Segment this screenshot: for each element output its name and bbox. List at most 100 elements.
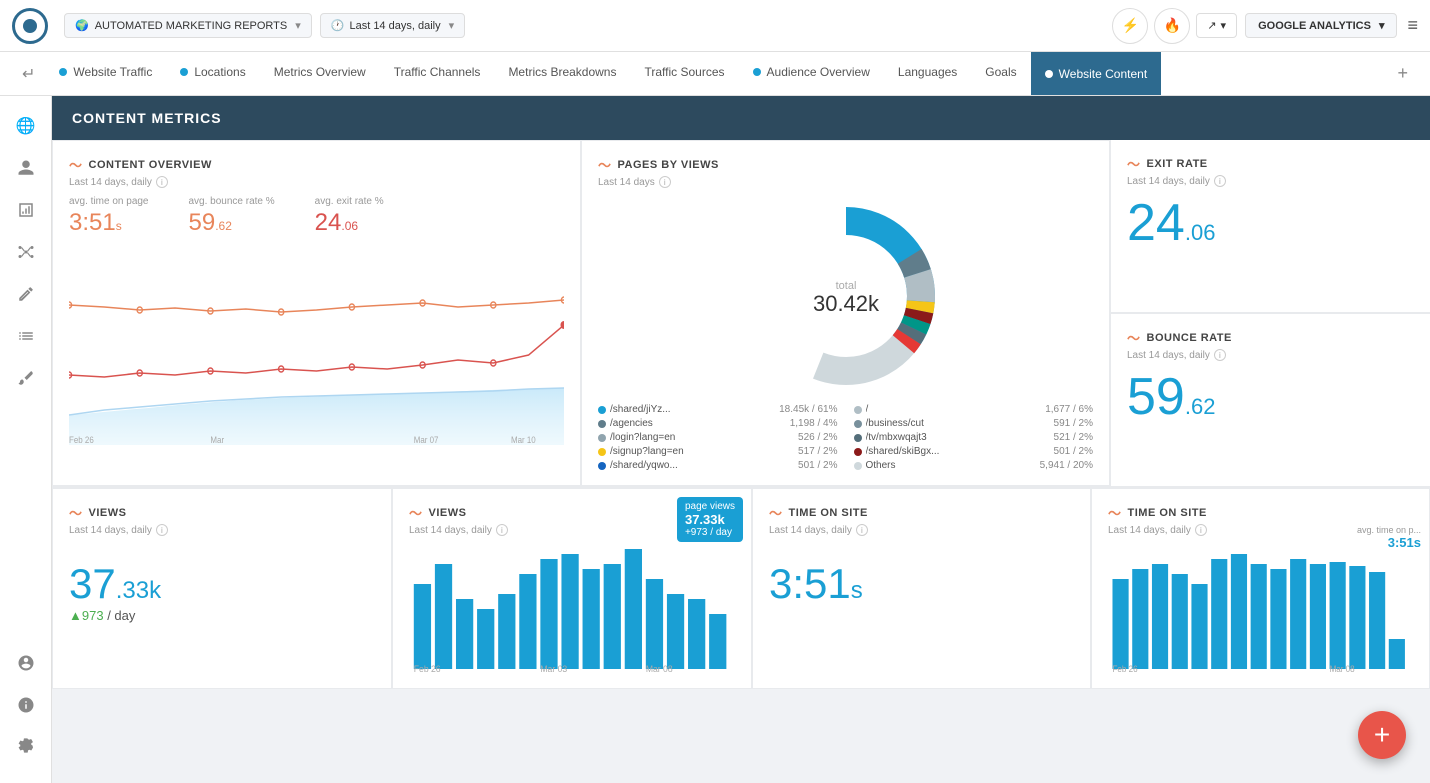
report-label: AUTOMATED MARKETING REPORTS bbox=[95, 20, 288, 32]
sidebar-icon-list[interactable] bbox=[8, 318, 44, 354]
date-range-label: Last 14 days, daily bbox=[349, 20, 440, 32]
pages-subtitle: Last 14 days i bbox=[598, 176, 1093, 188]
time1-info[interactable]: i bbox=[856, 524, 868, 536]
bounce-title: 〜 BOUNCE RATE bbox=[1127, 328, 1414, 347]
views2-info[interactable]: i bbox=[496, 524, 508, 536]
views1-subtitle: Last 14 days, daily i bbox=[69, 524, 375, 536]
legend-item: Others 5,941 / 20% bbox=[854, 460, 1094, 471]
legend-dot bbox=[854, 448, 862, 456]
ga-dropdown[interactable]: GOOGLE ANALYTICS ▾ bbox=[1245, 13, 1397, 38]
time1-trend-icon: 〜 bbox=[769, 503, 783, 522]
time2-trend-icon: 〜 bbox=[1108, 503, 1122, 522]
pages-title: 〜 PAGES BY VIEWS bbox=[598, 155, 1093, 174]
sidebar-icon-network[interactable] bbox=[8, 234, 44, 270]
nav-back-btn[interactable]: ↵ bbox=[12, 64, 45, 84]
tab-label-audience-overview: Audience Overview bbox=[767, 65, 870, 79]
share-icon: ↗ bbox=[1207, 19, 1216, 32]
sidebar-icon-person[interactable] bbox=[8, 150, 44, 186]
fire-btn[interactable]: 🔥 bbox=[1154, 8, 1190, 44]
views2-title: 〜 VIEWS bbox=[409, 503, 735, 522]
nav-tabs: ↵ Website Traffic Locations Metrics Over… bbox=[0, 52, 1430, 96]
overview-info[interactable]: i bbox=[156, 176, 168, 188]
sidebar-icon-chart[interactable] bbox=[8, 192, 44, 228]
tab-label-traffic-sources: Traffic Sources bbox=[644, 65, 724, 79]
svg-text:Mar: Mar bbox=[210, 435, 224, 445]
tab-label-website-content: Website Content bbox=[1059, 67, 1148, 81]
fab-button[interactable]: + bbox=[1358, 711, 1406, 759]
exit-trend-icon: 〜 bbox=[1127, 154, 1141, 173]
report-dropdown[interactable]: 🌍 AUTOMATED MARKETING REPORTS ▾ bbox=[64, 13, 312, 38]
nav-add-btn[interactable]: + bbox=[1387, 63, 1418, 84]
legend-item: /agencies 1,198 / 4% bbox=[598, 418, 838, 429]
donut-container: total 30.42k bbox=[598, 196, 1093, 396]
tab-label-goals: Goals bbox=[985, 65, 1016, 79]
tab-label-languages: Languages bbox=[898, 65, 957, 79]
time2-chart: Feb 26 Mar 08 bbox=[1108, 544, 1413, 674]
bounce-trend-icon: 〜 bbox=[1127, 328, 1141, 347]
tab-label-traffic-channels: Traffic Channels bbox=[394, 65, 481, 79]
legend-dot bbox=[598, 448, 606, 456]
tab-label-metrics-overview: Metrics Overview bbox=[274, 65, 366, 79]
tab-metrics-overview[interactable]: Metrics Overview bbox=[260, 52, 380, 96]
bounce-info[interactable]: i bbox=[1214, 349, 1226, 361]
sidebar-icon-edit[interactable] bbox=[8, 276, 44, 312]
donut-legend: /shared/jiYz... 18.45k / 61% / 1,677 / 6… bbox=[598, 404, 1093, 471]
exit-rate-card: 〜 EXIT RATE Last 14 days, daily i 24.06 bbox=[1111, 140, 1430, 313]
tab-website-content[interactable]: Website Content bbox=[1031, 52, 1162, 96]
tab-locations[interactable]: Locations bbox=[166, 52, 259, 96]
tab-goals[interactable]: Goals bbox=[971, 52, 1030, 96]
lightning-btn[interactable]: ⚡ bbox=[1112, 8, 1148, 44]
svg-text:Mar 10: Mar 10 bbox=[511, 435, 536, 445]
bounce-rate-card: 〜 BOUNCE RATE Last 14 days, daily i 59.6… bbox=[1111, 313, 1430, 486]
ga-label: GOOGLE ANALYTICS bbox=[1258, 20, 1371, 32]
legend-dot bbox=[854, 462, 862, 470]
logo-inner bbox=[23, 19, 37, 33]
tab-traffic-sources[interactable]: Traffic Sources bbox=[630, 52, 738, 96]
sidebar: 🌐 bbox=[0, 96, 52, 783]
tab-website-traffic[interactable]: Website Traffic bbox=[45, 52, 166, 96]
tab-metrics-breakdowns[interactable]: Metrics Breakdowns bbox=[494, 52, 630, 96]
tab-label-locations: Locations bbox=[194, 65, 245, 79]
legend-item: /shared/yqwo... 501 / 2% bbox=[598, 460, 838, 471]
tab-audience-overview[interactable]: Audience Overview bbox=[739, 52, 884, 96]
views2-chart: Feb 26 Mar 03 Mar 08 bbox=[409, 544, 735, 674]
svg-text:Feb 26: Feb 26 bbox=[69, 435, 94, 445]
legend-dot bbox=[854, 434, 862, 442]
legend-item: / 1,677 / 6% bbox=[854, 404, 1094, 415]
exit-info[interactable]: i bbox=[1214, 175, 1226, 187]
exit-subtitle: Last 14 days, daily i bbox=[1127, 175, 1414, 187]
svg-text:Feb 26: Feb 26 bbox=[414, 664, 441, 674]
svg-text:30.42k: 30.42k bbox=[812, 291, 879, 316]
tab-traffic-channels[interactable]: Traffic Channels bbox=[380, 52, 495, 96]
svg-text:Mar 07: Mar 07 bbox=[414, 435, 439, 445]
app-body: 🌐 CONTENT METRI bbox=[0, 96, 1430, 783]
share-btn[interactable]: ↗ ▾ bbox=[1196, 13, 1237, 38]
overview-metrics: avg. time on page 3:51s avg. bounce rate… bbox=[69, 196, 564, 237]
time2-info[interactable]: i bbox=[1195, 524, 1207, 536]
avg-time-metric: avg. time on page 3:51s bbox=[69, 196, 149, 237]
date-dropdown[interactable]: 🕐 Last 14 days, daily ▾ bbox=[320, 13, 465, 38]
main-content: CONTENT METRICS 〜 CONTENT OVERVIEW Last … bbox=[52, 96, 1430, 783]
sidebar-icon-gear[interactable] bbox=[8, 729, 44, 765]
views1-title: 〜 VIEWS bbox=[69, 503, 375, 522]
tab-languages[interactable]: Languages bbox=[884, 52, 971, 96]
avg-bounce-metric: avg. bounce rate % 59.62 bbox=[189, 196, 275, 237]
time2-title: 〜 TIME ON SITE bbox=[1108, 503, 1413, 522]
sidebar-icon-globe[interactable]: 🌐 bbox=[8, 108, 44, 144]
legend-dot bbox=[598, 406, 606, 414]
top-row: 〜 CONTENT OVERVIEW Last 14 days, daily i… bbox=[52, 140, 1430, 487]
legend-dot bbox=[854, 406, 862, 414]
legend-item: /shared/jiYz... 18.45k / 61% bbox=[598, 404, 838, 415]
overview-trend-icon: 〜 bbox=[69, 155, 83, 174]
sidebar-icon-info[interactable] bbox=[8, 687, 44, 723]
bounce-rate-value: 59.62 bbox=[1127, 369, 1414, 426]
pages-info[interactable]: i bbox=[659, 176, 671, 188]
sidebar-icon-brush[interactable] bbox=[8, 360, 44, 396]
top-header: 🌍 AUTOMATED MARKETING REPORTS ▾ 🕐 Last 1… bbox=[0, 0, 1430, 52]
bounce-subtitle: Last 14 days, daily i bbox=[1127, 349, 1414, 361]
right-panel: 〜 EXIT RATE Last 14 days, daily i 24.06 … bbox=[1110, 140, 1430, 486]
sidebar-icon-user[interactable] bbox=[8, 645, 44, 681]
views2-subtitle: Last 14 days, daily i bbox=[409, 524, 735, 536]
views1-info[interactable]: i bbox=[156, 524, 168, 536]
hamburger-btn[interactable]: ≡ bbox=[1407, 15, 1418, 36]
